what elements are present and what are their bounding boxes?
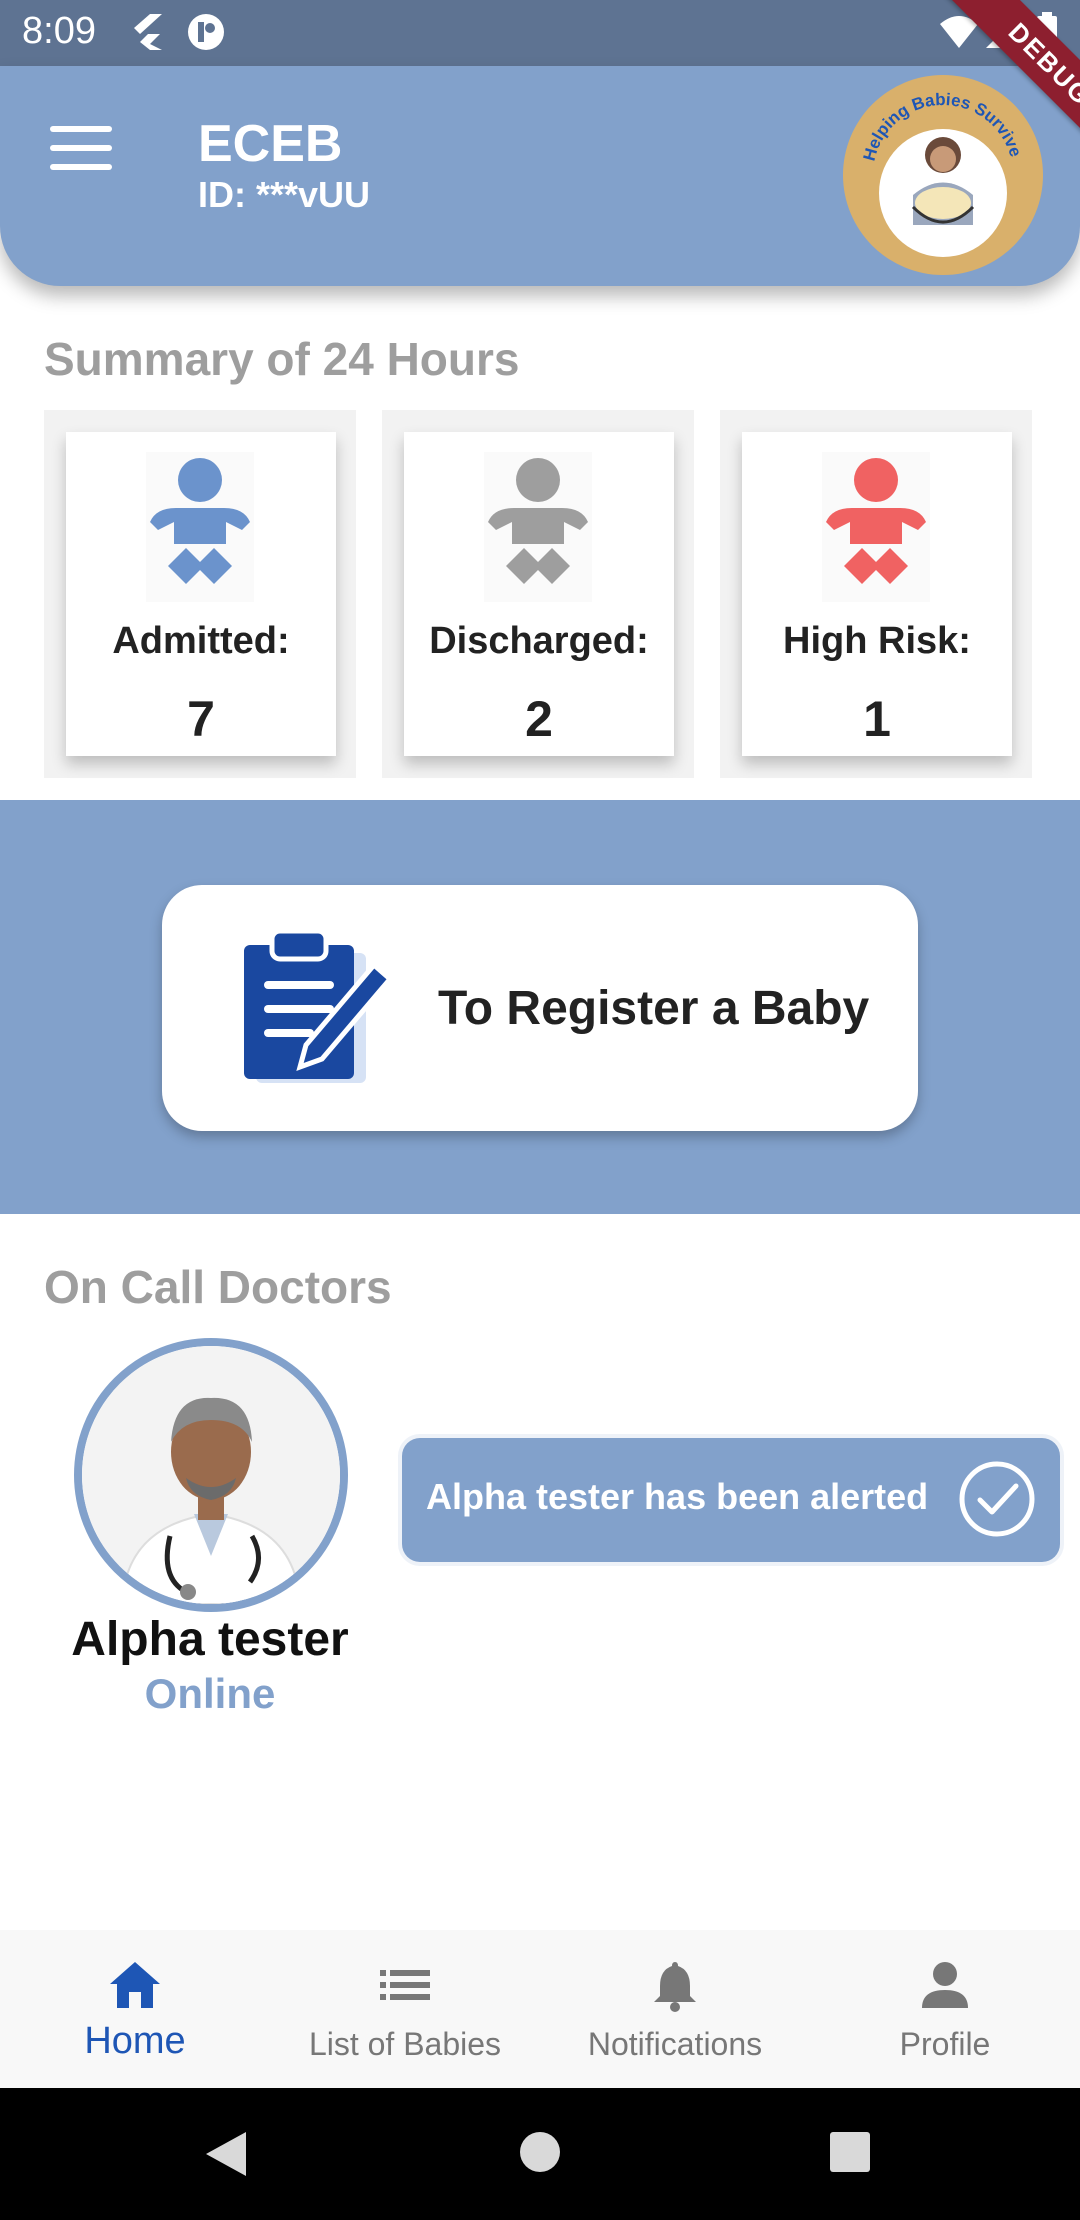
bell-icon bbox=[654, 1962, 696, 2012]
app-notification-icon bbox=[188, 14, 224, 50]
admitted-card-inner: Admitted: 7 bbox=[66, 432, 336, 756]
list-icon bbox=[380, 1970, 430, 2000]
high-risk-baby-icon bbox=[822, 452, 930, 602]
register-baby-label: To Register a Baby bbox=[438, 982, 870, 1035]
nav-notifications[interactable]: Notifications bbox=[540, 1930, 810, 2088]
baby-icon bbox=[488, 458, 588, 584]
status-time: 8:09 bbox=[22, 10, 96, 52]
admitted-card[interactable]: Admitted: 7 bbox=[44, 410, 356, 778]
discharged-card[interactable]: Discharged: 2 bbox=[382, 410, 694, 778]
home-nav-icon[interactable] bbox=[516, 2128, 564, 2176]
recents-icon[interactable] bbox=[826, 2128, 874, 2176]
flutter-icon bbox=[134, 14, 162, 50]
nav-list-of-babies[interactable]: List of Babies bbox=[270, 1930, 540, 2088]
system-nav-bar bbox=[0, 2088, 1080, 2220]
baby-icon bbox=[826, 458, 926, 584]
doctor-alert-text: Alpha tester has been alerted bbox=[426, 1476, 929, 1517]
summary-title: Summary of 24 Hours bbox=[44, 333, 520, 385]
menu-button[interactable] bbox=[50, 126, 112, 176]
nav-profile[interactable]: Profile bbox=[810, 1930, 1080, 2088]
discharged-baby-icon bbox=[484, 452, 592, 602]
admitted-count: 7 bbox=[187, 691, 215, 747]
high-risk-card-inner: High Risk: 1 bbox=[742, 432, 1012, 756]
doctor-alert-badge: Alpha tester has been alerted bbox=[402, 1438, 1060, 1562]
doctor-name: Alpha tester bbox=[71, 1613, 349, 1666]
baby-icon bbox=[150, 458, 250, 584]
nav-home-label: Home bbox=[84, 2020, 186, 2062]
admitted-label: Admitted: bbox=[112, 620, 290, 662]
discharged-label: Discharged: bbox=[429, 620, 649, 662]
doctor-avatar[interactable] bbox=[74, 1338, 348, 1612]
check-circle-icon bbox=[959, 1461, 1035, 1537]
back-icon[interactable] bbox=[202, 2128, 250, 2180]
doctor-photo bbox=[82, 1346, 340, 1604]
org-logo: Helping Babies Survive bbox=[843, 75, 1043, 275]
high-risk-card[interactable]: High Risk: 1 bbox=[720, 410, 1032, 778]
doctor-status: Online bbox=[144, 1670, 276, 1717]
nav-profile-label: Profile bbox=[899, 2026, 991, 2062]
clipboard-edit-icon bbox=[244, 928, 394, 1083]
user-id: ID: ***vUU bbox=[198, 174, 371, 215]
status-bar: 8:09 bbox=[0, 0, 1080, 66]
discharged-count: 2 bbox=[525, 691, 553, 747]
discharged-card-inner: Discharged: 2 bbox=[404, 432, 674, 756]
admitted-baby-icon bbox=[146, 452, 254, 602]
nav-home[interactable]: Home bbox=[0, 1930, 270, 2088]
high-risk-label: High Risk: bbox=[783, 620, 971, 662]
home-icon bbox=[110, 1962, 160, 2008]
register-baby-button[interactable]: To Register a Baby bbox=[162, 885, 918, 1131]
app-title: ECEB bbox=[198, 115, 343, 173]
high-risk-count: 1 bbox=[863, 691, 891, 747]
nav-notifications-label: Notifications bbox=[587, 2026, 763, 2062]
nav-list-label: List of Babies bbox=[308, 2026, 502, 2062]
menu-icon bbox=[50, 126, 112, 132]
person-icon bbox=[922, 1962, 968, 2008]
logo-emblem: Helping Babies Survive bbox=[860, 90, 1025, 257]
bottom-nav: Home List of Babies Notifications Profil… bbox=[0, 1930, 1080, 2088]
doctors-title: On Call Doctors bbox=[44, 1261, 392, 1313]
